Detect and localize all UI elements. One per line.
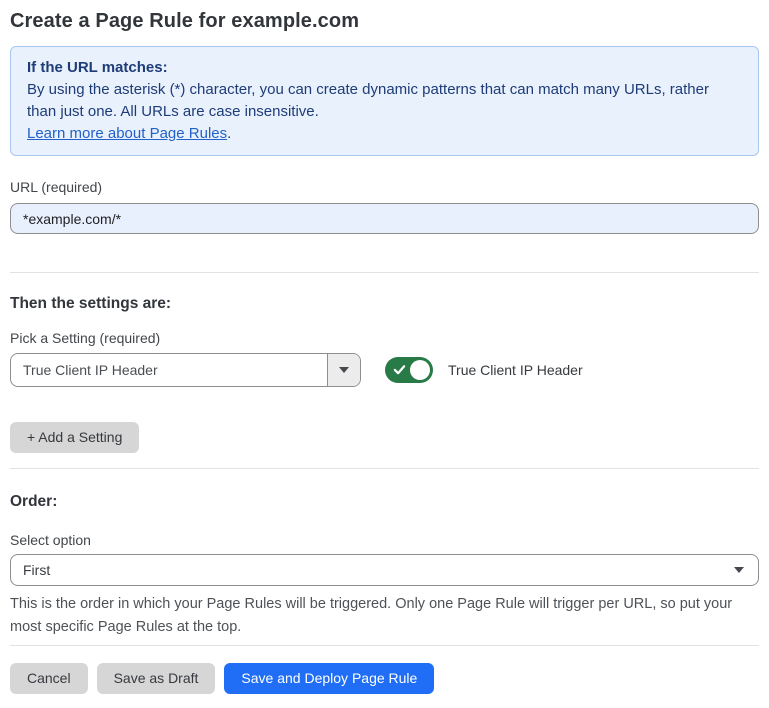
cancel-button[interactable]: Cancel <box>10 663 88 694</box>
learn-more-link[interactable]: Learn more about Page Rules <box>27 125 227 142</box>
divider <box>10 645 759 646</box>
divider <box>10 468 759 469</box>
url-match-info-box: If the URL matches: By using the asteris… <box>10 46 759 156</box>
check-icon <box>393 363 406 376</box>
link-suffix: . <box>227 125 231 142</box>
chevron-down-icon <box>339 367 349 373</box>
order-select[interactable]: First <box>10 554 759 586</box>
setting-select[interactable]: True Client IP Header <box>10 353 361 387</box>
chevron-down-icon <box>734 567 744 573</box>
create-page-rule-form: Create a Page Rule for example.com If th… <box>0 0 769 694</box>
order-select-label: Select option <box>10 531 759 549</box>
footer-actions: Cancel Save as Draft Save and Deploy Pag… <box>10 663 759 694</box>
page-title: Create a Page Rule for example.com <box>10 8 759 34</box>
toggle-label: True Client IP Header <box>448 362 583 378</box>
info-box-body: By using the asterisk (*) character, you… <box>27 79 742 123</box>
save-and-deploy-button[interactable]: Save and Deploy Page Rule <box>224 663 434 694</box>
setting-row: True Client IP Header True Client IP Hea… <box>10 353 759 387</box>
add-setting-button[interactable]: + Add a Setting <box>10 422 139 453</box>
url-field-label: URL (required) <box>10 178 759 196</box>
true-client-ip-toggle[interactable] <box>385 357 433 383</box>
save-as-draft-button[interactable]: Save as Draft <box>97 663 216 694</box>
divider <box>10 272 759 273</box>
info-box-heading: If the URL matches: <box>27 57 742 79</box>
settings-section-heading: Then the settings are: <box>10 294 759 314</box>
setting-select-value: True Client IP Header <box>11 362 327 378</box>
url-input[interactable] <box>10 203 759 234</box>
info-link-line: Learn more about Page Rules. <box>27 123 742 145</box>
order-help-text: This is the order in which your Page Rul… <box>10 593 759 639</box>
toggle-knob <box>410 360 430 380</box>
setting-select-arrow-button[interactable] <box>327 354 360 386</box>
order-select-value: First <box>23 562 50 578</box>
setting-picker-label: Pick a Setting (required) <box>10 329 759 347</box>
order-section-heading: Order: <box>10 492 759 512</box>
